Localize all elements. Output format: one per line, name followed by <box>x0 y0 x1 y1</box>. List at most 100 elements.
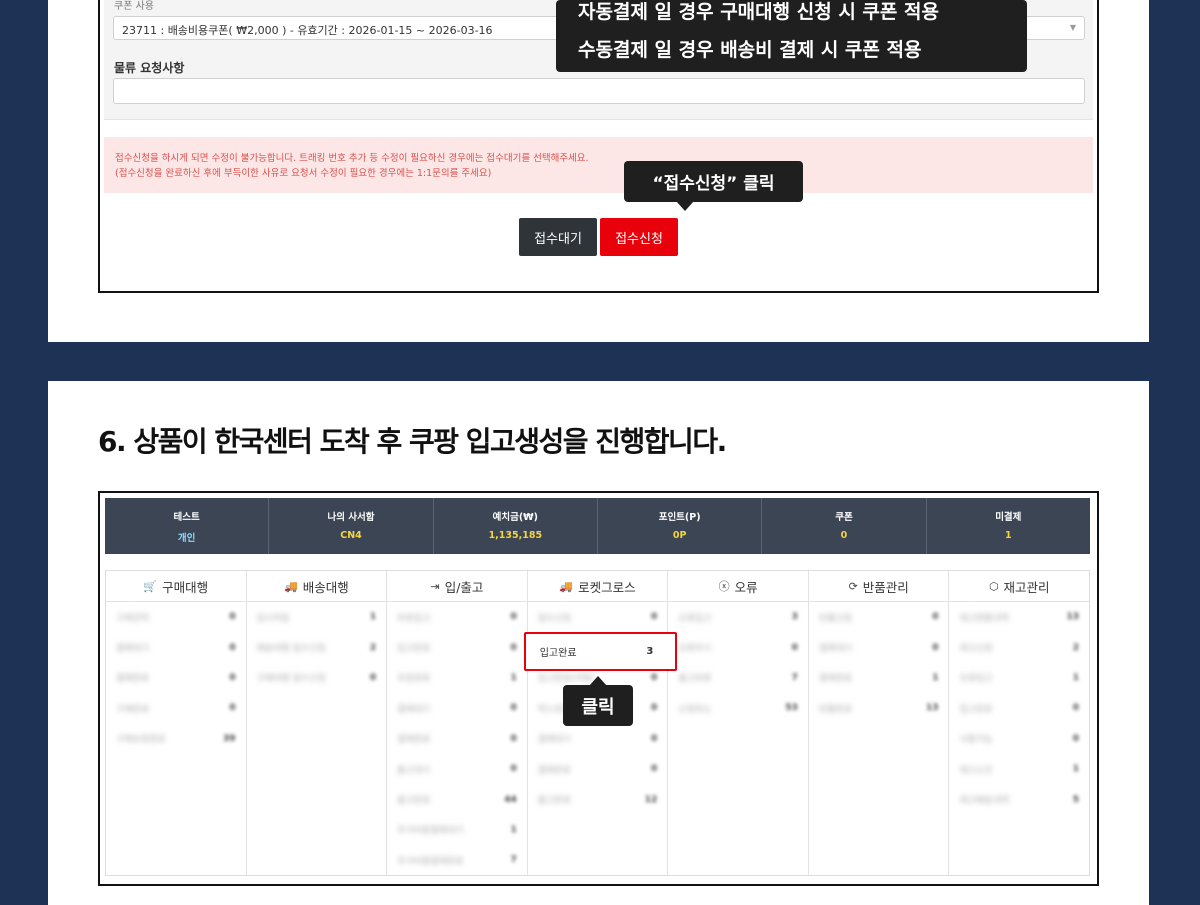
menu-row-count: 0 <box>651 764 658 775</box>
menu-row[interactable]: 신청취소 53 <box>668 693 808 723</box>
menu-column-header[interactable]: ⬡ 재고관리 <box>949 571 1090 602</box>
menu-row[interactable]: 포장완료 1 <box>387 663 527 693</box>
menu-row[interactable]: 접수신청 0 <box>528 602 668 632</box>
menu-row-count: 0 <box>1072 733 1080 744</box>
menu-row[interactable]: 결제대기 0 <box>387 693 527 723</box>
menu-row[interactable]: 출고보류 7 <box>668 663 808 693</box>
menu-row-highlighted[interactable]: 입고완료 3 <box>523 632 677 672</box>
menu-row[interactable]: 결제대기 0 <box>106 632 246 662</box>
menu-row-count: 13 <box>1066 612 1080 623</box>
menu-row-label: 결제대기 <box>818 644 853 655</box>
menu-row[interactable]: 출고완료 44 <box>387 784 527 814</box>
menu-row[interactable]: 재고현황내역 13 <box>949 602 1089 632</box>
menu-column: 🛒 구매대행 구매견적 0 결제대기 0 결제완료 0 구매완료 0 구매요청완료 39 <box>106 571 247 875</box>
stat-label: 예치금(₩) <box>492 512 539 523</box>
menu-row[interactable]: 사용가능 0 <box>949 724 1089 754</box>
menu-row[interactable]: 추가비용결제완료 7 <box>387 845 527 875</box>
menu-column-header[interactable]: ⟳ 반품관리 <box>808 571 949 602</box>
menu-row[interactable]: 출고완료 12 <box>528 784 668 814</box>
stat-value: 개인 <box>177 533 196 544</box>
truck-icon: 🚚 <box>559 579 574 593</box>
menu-row[interactable]: 재고신청 2 <box>949 632 1089 662</box>
callout-pointer <box>589 676 607 686</box>
menu-row[interactable]: 구매대행 접수신청 0 <box>247 663 387 693</box>
menu-row-count: 5 <box>1072 794 1080 805</box>
menu-column-header[interactable]: ⓧ 오류 <box>668 571 808 602</box>
menu-row-label: 재고배송내역 <box>959 796 1010 807</box>
menu-row-count: 44 <box>504 794 517 805</box>
menu-row[interactable]: 반품신청 0 <box>809 602 949 632</box>
menu-row-count: 7 <box>791 672 798 683</box>
menu-column: ⓧ 오류 오류입고 3 오류무시 0 출고보류 7 신청취소 53 <box>668 571 809 875</box>
menu-row[interactable]: 결제완료 0 <box>106 663 246 693</box>
menu-column-header[interactable]: 🛒 구매대행 <box>106 571 246 602</box>
menu-row-label: 재고현황내역 <box>959 613 1010 624</box>
refresh-icon: ⟳ <box>848 579 858 593</box>
pending-button[interactable]: 접수대기 <box>519 218 597 256</box>
menu-row-count: 0 <box>510 733 517 744</box>
section-title: 6. 상품이 한국센터 도착 후 쿠팡 입고생성을 진행합니다. <box>98 425 727 458</box>
menu-row[interactable]: 반품완료 13 <box>809 693 949 723</box>
sign-in-icon: ⇥ <box>430 579 440 593</box>
callout-text: “접수신청” 클릭 <box>652 174 775 194</box>
coupon-select-value: 23711 : 배송비용쿠폰( ₩2,000 ) - 유효기간 : 2026-0… <box>122 24 493 37</box>
menu-row-label: 포장완료 <box>397 674 431 685</box>
menu-row[interactable]: 재고배송내역 5 <box>949 784 1089 814</box>
menu-row-label: 구매완료 <box>116 704 150 715</box>
menu-row-count: 0 <box>229 612 236 623</box>
menu-row-count: 7 <box>510 855 517 866</box>
menu-row[interactable]: 결제완료 0 <box>528 754 668 784</box>
warning-alert: 접수신청을 하시게 되면 수정이 불가능합니다. 트래킹 번호 추가 등 수정이… <box>104 137 1093 193</box>
menu-row-label: 추가비용결제완료 <box>397 856 464 867</box>
menu-row[interactable]: 결제대기 0 <box>809 632 949 662</box>
menu-row-label: 출고완료 <box>537 796 571 807</box>
menu-column-header[interactable]: 🚚 배송대행 <box>246 571 387 602</box>
menu-row[interactable]: 입고완료 0 <box>949 693 1089 723</box>
apply-button[interactable]: 접수신청 <box>600 218 678 256</box>
menu-row[interactable]: 오류무시 0 <box>668 632 808 662</box>
menu-row[interactable]: 출고대기 0 <box>387 754 527 784</box>
click-callout: 클릭 <box>563 676 633 726</box>
menu-row-count: 0 <box>510 612 517 623</box>
menu-row-count: 0 <box>932 642 939 653</box>
chevron-down-icon: ▼ <box>1069 23 1076 32</box>
menu-row-label: 결제완료 <box>818 674 853 685</box>
menu-column-title: 배송대행 <box>302 579 349 595</box>
menu-row[interactable]: 오류입고 1 <box>949 663 1089 693</box>
menu-row-label: 구매요청완료 <box>116 735 166 746</box>
stat-item: 포인트(P) 0P <box>598 498 763 554</box>
menu-row[interactable]: 구매완료 0 <box>106 693 246 723</box>
callout-pointer <box>676 201 694 211</box>
menu-row[interactable]: 부분입고 0 <box>387 602 527 632</box>
menu-column-header[interactable]: 🚚 로켓그로스 <box>527 571 668 602</box>
menu-row[interactable]: 오류입고 3 <box>668 602 808 632</box>
menu-row[interactable]: 결제완료 1 <box>809 663 949 693</box>
menu-row[interactable]: 추가비용결제대기 1 <box>387 815 527 845</box>
menu-column-title: 구매대행 <box>162 579 209 595</box>
menu-row[interactable]: 구매요청완료 39 <box>106 724 246 754</box>
menu-row-count: 0 <box>932 612 939 623</box>
menu-row[interactable]: 결제대기 0 <box>528 724 668 754</box>
menu-row-label: 반품신청 <box>818 613 853 624</box>
menu-column-header[interactable]: ⇥ 입/출고 <box>387 571 527 602</box>
menu-row-count: 3 <box>791 612 798 623</box>
menu-row[interactable]: 임시저장 1 <box>247 602 387 632</box>
request-input[interactable] <box>113 78 1085 104</box>
menu-row-count: 39 <box>223 733 236 744</box>
menu-row-count: 1 <box>369 612 377 623</box>
menu-row-label: 배송대행 접수신청 <box>256 644 326 655</box>
alert-line-2: (접수신청을 완료하신 후에 부득이한 사유로 요청서 수정이 필요한 경우에는… <box>115 168 492 179</box>
menu-row[interactable]: 구매견적 0 <box>106 602 246 632</box>
menu-row-count: 0 <box>651 733 658 744</box>
menu-row-label: 구매대행 접수신청 <box>256 674 326 685</box>
menu-row-count: 13 <box>925 703 939 714</box>
menu-row-label: 결제완료 <box>116 674 150 685</box>
menu-row-label: 반품완료 <box>818 704 853 715</box>
menu-row-label: 오류입고 <box>959 674 993 685</box>
menu-row[interactable]: 배송대행 접수신청 2 <box>247 632 387 662</box>
menu-row[interactable]: 결제완료 0 <box>387 724 527 754</box>
menu-row[interactable]: 재고소진 1 <box>949 754 1089 784</box>
menu-row[interactable]: 입고완료 0 <box>387 632 527 662</box>
stat-label: 테스트 <box>173 512 200 523</box>
menu-row-label: 구매견적 <box>116 613 150 624</box>
